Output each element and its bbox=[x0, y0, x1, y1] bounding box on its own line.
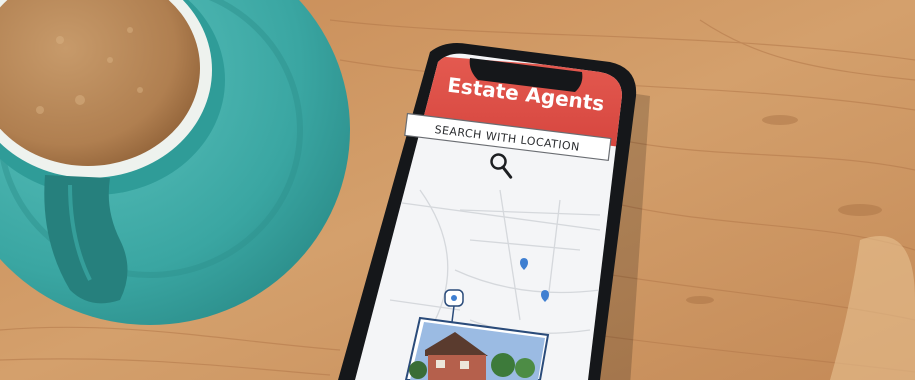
tree bbox=[491, 353, 515, 377]
photo-scene: Estate Agents SEARCH WITH LOCATION bbox=[0, 0, 915, 380]
